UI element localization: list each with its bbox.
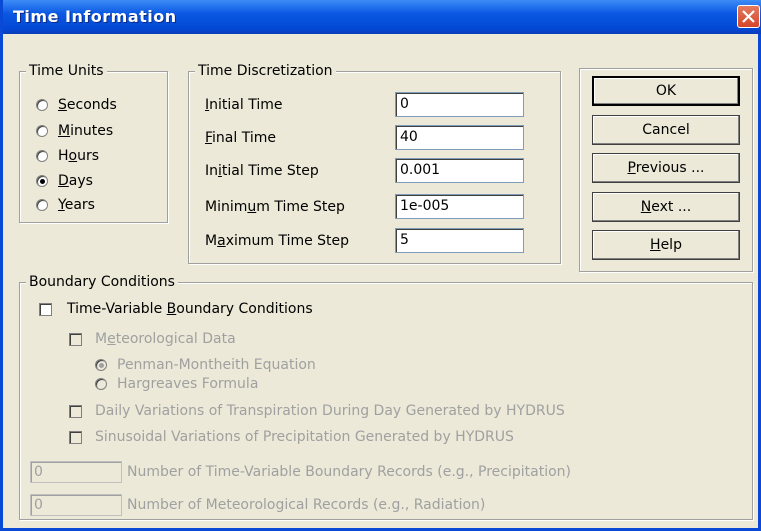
radio-days-button[interactable]	[36, 175, 48, 187]
radio-penman-button[interactable]	[95, 359, 107, 371]
radio-seconds-button[interactable]	[36, 99, 48, 111]
sinusoidal-checkbox[interactable]	[69, 431, 82, 444]
sinusoidal-label: Sinusoidal Variations of Precipitation G…	[95, 429, 514, 445]
initial-time-label: Initial Time	[205, 97, 283, 113]
radio-years-label: Years	[58, 197, 95, 213]
radio-days[interactable]: Days	[36, 170, 93, 192]
meteorological-records-input[interactable]: 0	[30, 494, 122, 516]
radio-penman-label: Penman-Montheith Equation	[117, 357, 316, 373]
radio-seconds[interactable]: Seconds	[36, 94, 117, 116]
title-bar[interactable]: Time Information	[3, 0, 761, 34]
initial-time-step-label: Initial Time Step	[205, 163, 319, 179]
boundary-records-input[interactable]: 0	[30, 461, 122, 483]
next-button[interactable]: Next ...	[592, 192, 740, 222]
minimum-time-step-label: Minimum Time Step	[205, 199, 345, 215]
initial-time-input[interactable]: 0	[395, 92, 524, 117]
meteorological-checkbox[interactable]	[69, 333, 82, 346]
radio-minutes[interactable]: Minutes	[36, 120, 113, 142]
radio-minutes-button[interactable]	[36, 125, 48, 137]
close-icon	[742, 10, 755, 23]
dialog-title: Time Information	[13, 7, 177, 26]
radio-minutes-label: Minutes	[58, 123, 114, 139]
radio-years[interactable]: Years	[36, 194, 95, 216]
meteorological-records-label: Number of Meteorological Records (e.g., …	[127, 497, 486, 513]
meteorological-label: Meteorological Data	[95, 331, 236, 347]
minimum-time-step-input[interactable]: 1e-005	[395, 194, 524, 219]
daily-variations-checkbox[interactable]	[69, 405, 82, 418]
close-button[interactable]	[737, 5, 760, 28]
cancel-button[interactable]: Cancel	[592, 115, 740, 145]
final-time-label: Final Time	[205, 130, 276, 146]
radio-days-label: Days	[58, 173, 93, 189]
boundary-conditions-legend: Boundary Conditions	[26, 273, 178, 291]
radio-seconds-label: Seconds	[58, 97, 117, 113]
time-information-dialog: Time Information Time Units Seconds Minu…	[0, 0, 761, 531]
time-discretization-legend: Time Discretization	[195, 62, 336, 80]
maximum-time-step-label: Maximum Time Step	[205, 233, 350, 249]
radio-years-button[interactable]	[36, 199, 48, 211]
radio-hargreaves[interactable]: Hargreaves Formula	[95, 373, 258, 395]
final-time-input[interactable]: 40	[395, 125, 524, 150]
previous-button[interactable]: Previous ...	[592, 153, 740, 183]
radio-hours-label: Hours	[58, 148, 100, 164]
ok-button[interactable]: OK	[592, 76, 740, 106]
daily-variations-label: Daily Variations of Transpiration During…	[95, 403, 565, 419]
radio-hargreaves-label: Hargreaves Formula	[117, 376, 259, 392]
maximum-time-step-input[interactable]: 5	[395, 228, 524, 253]
radio-hours-button[interactable]	[36, 150, 48, 162]
radio-hours[interactable]: Hours	[36, 145, 99, 167]
radio-hargreaves-button[interactable]	[95, 378, 107, 390]
initial-time-step-input[interactable]: 0.001	[395, 158, 524, 183]
time-units-legend: Time Units	[26, 62, 107, 80]
time-units-group: Time Units Seconds Minutes Hours Days Ye…	[19, 62, 168, 223]
time-variable-checkbox[interactable]	[39, 303, 52, 316]
time-variable-label: Time-Variable Boundary Conditions	[67, 301, 313, 317]
help-button[interactable]: Help	[592, 230, 740, 260]
boundary-records-label: Number of Time-Variable Boundary Records…	[127, 464, 571, 480]
